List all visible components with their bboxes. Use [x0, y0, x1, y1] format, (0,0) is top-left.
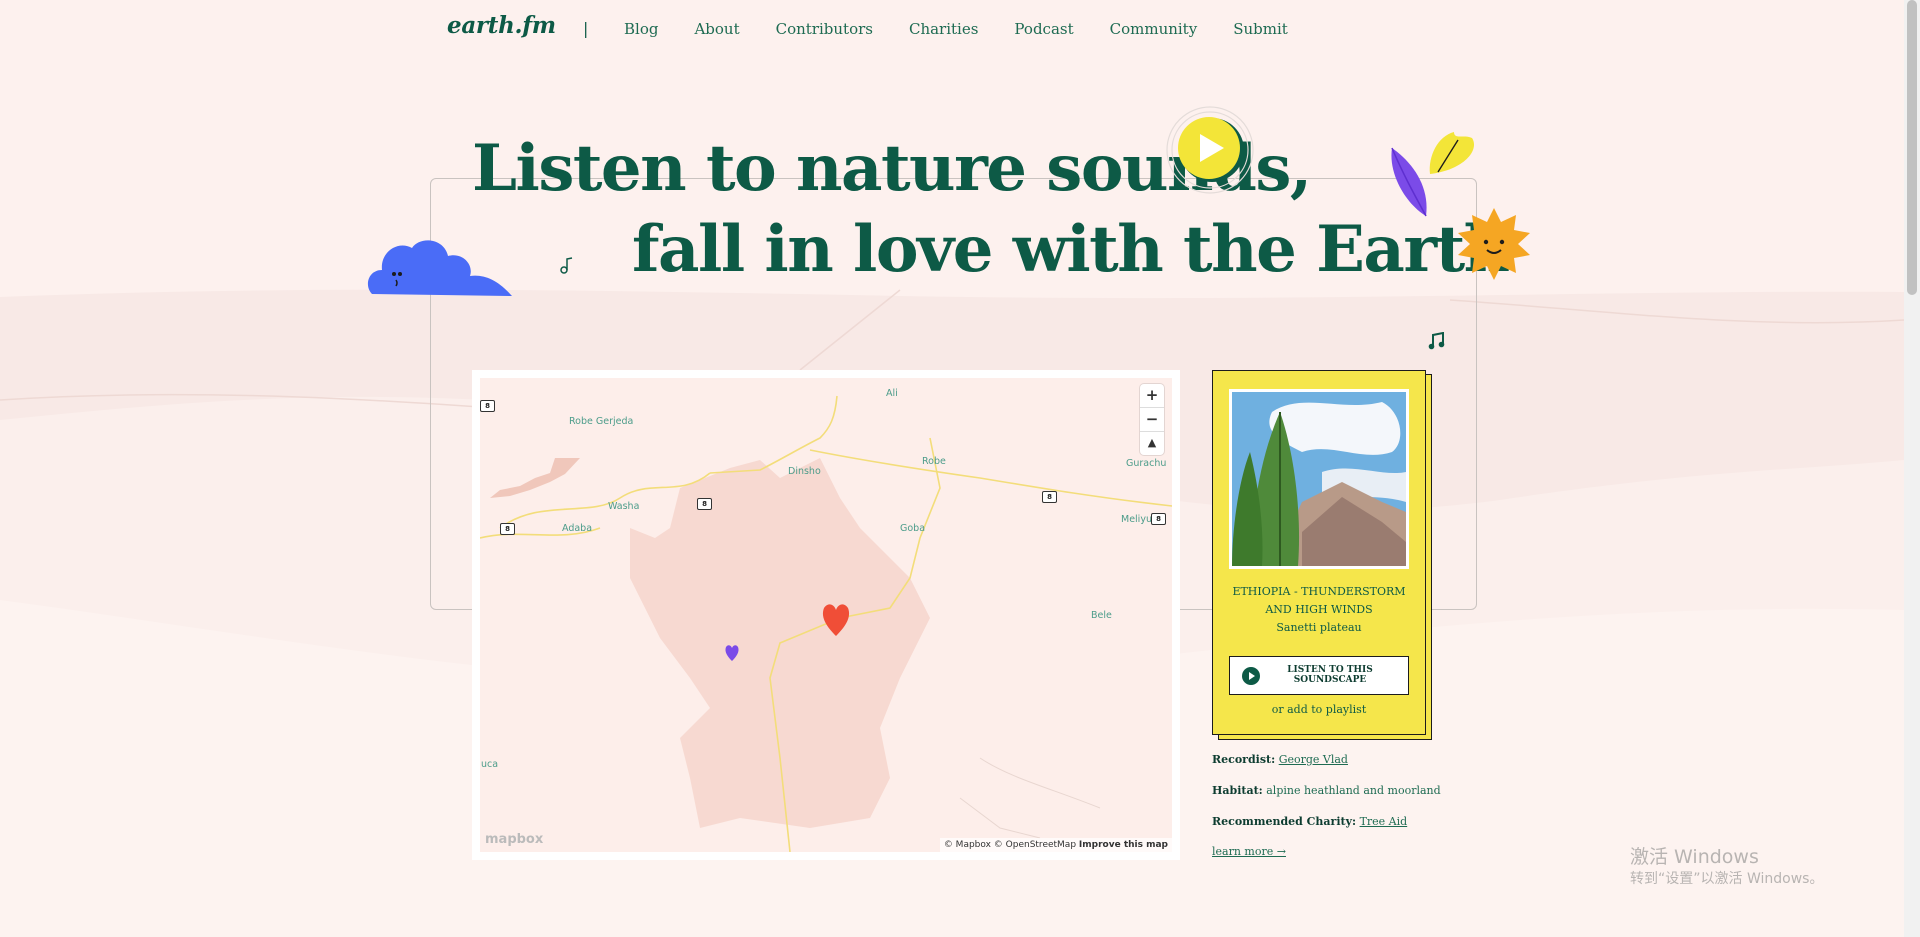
map-marker-icon[interactable]: [724, 644, 740, 662]
nav-links: Blog About Contributors Charities Podcas…: [624, 20, 1324, 38]
learn-more-link[interactable]: learn more →: [1212, 845, 1286, 858]
nav-link-community[interactable]: Community: [1110, 20, 1198, 38]
add-to-playlist-link[interactable]: or add to playlist: [1223, 703, 1415, 716]
nav-link-blog[interactable]: Blog: [624, 20, 658, 38]
soundscape-card: ETHIOPIA - THUNDERSTORM AND HIGH WINDS S…: [1212, 370, 1426, 735]
map-controls: + − ▲: [1140, 384, 1164, 455]
road-shield: 8: [500, 523, 515, 535]
map-town-label: Gurachu: [1126, 458, 1167, 469]
map-town-label: Adaba: [562, 523, 593, 534]
play-button-icon[interactable]: [1164, 104, 1256, 196]
recordist-link[interactable]: George Vlad: [1279, 753, 1348, 766]
cloud-icon: [367, 240, 512, 296]
map-marker-selected-icon[interactable]: [820, 602, 852, 638]
zoom-in-button[interactable]: +: [1140, 384, 1164, 408]
os-activation-watermark-title: 激活 Windows: [1630, 846, 1759, 868]
double-music-note-icon: [1428, 332, 1445, 350]
sun-icon: [1458, 208, 1530, 280]
recordist-label: Recordist:: [1212, 753, 1276, 766]
mapbox-logo[interactable]: mapbox: [485, 832, 543, 847]
recordist-row: Recordist: George Vlad: [1212, 753, 1348, 766]
map-town-label: Bele: [1091, 610, 1112, 621]
music-note-icon: [560, 257, 573, 274]
learn-more-row: learn more →: [1212, 845, 1286, 858]
nav-link-about[interactable]: About: [694, 20, 739, 38]
habitat-label: Habitat:: [1212, 784, 1263, 797]
soundscape-map[interactable]: Robe Gerjeda Ali Dinsho Robe Gurachu Was…: [480, 378, 1172, 852]
charity-row: Recommended Charity: Tree Aid: [1212, 815, 1407, 828]
charity-label: Recommended Charity:: [1212, 815, 1357, 828]
habitat-row: Habitat: alpine heathland and moorland: [1212, 784, 1441, 797]
os-activation-watermark-subtitle: 转到“设置”以激活 Windows。: [1630, 871, 1824, 887]
road-shield: 8: [697, 498, 712, 510]
nav-link-charities[interactable]: Charities: [909, 20, 978, 38]
map-attribution: © Mapbox © OpenStreetMap Improve this ma…: [939, 838, 1172, 852]
leaf-yellow-icon: [1429, 132, 1475, 174]
scrollbar-thumb[interactable]: [1907, 0, 1917, 295]
play-icon: [1242, 667, 1260, 685]
map-town-label: Goba: [900, 523, 926, 534]
listen-button-label: LISTEN TO THIS SOUNDSCAPE: [1287, 665, 1373, 685]
attribution-text[interactable]: © Mapbox © OpenStreetMap: [944, 840, 1076, 850]
map-town-label: Washa: [608, 501, 640, 512]
road-shield: 8: [1042, 491, 1057, 503]
map-town-label: Meliyu: [1121, 514, 1152, 525]
map-town-label: Robe: [922, 456, 946, 467]
nav-link-contributors[interactable]: Contributors: [776, 20, 873, 38]
artwork-illustration: [1232, 392, 1406, 566]
nav-link-submit[interactable]: Submit: [1233, 20, 1288, 38]
charity-link[interactable]: Tree Aid: [1360, 815, 1408, 828]
road-shield: 8: [480, 400, 495, 412]
map-town-label: uca: [481, 759, 499, 770]
map-town-label: Dinsho: [788, 466, 821, 477]
nav-separator: |: [583, 19, 589, 38]
nav-link-podcast[interactable]: Podcast: [1014, 20, 1073, 38]
road-shield: 8: [1151, 513, 1166, 525]
hero-heading-line2: fall in love with the Earth: [632, 212, 1510, 287]
compass-button[interactable]: ▲: [1140, 432, 1164, 455]
map-card: Robe Gerjeda Ali Dinsho Robe Gurachu Was…: [472, 370, 1180, 860]
map-town-label: Robe Gerjeda: [569, 416, 634, 427]
page-scrollbar[interactable]: [1904, 0, 1920, 937]
soundscape-title: ETHIOPIA - THUNDERSTORM AND HIGH WINDS: [1232, 585, 1406, 616]
habitat-value: alpine heathland and moorland: [1266, 784, 1441, 797]
soundscape-location: Sanetti plateau: [1276, 621, 1362, 634]
improve-map-link[interactable]: Improve this map: [1079, 840, 1168, 850]
site-logo[interactable]: earth.fm: [447, 12, 556, 39]
listen-button[interactable]: LISTEN TO THIS SOUNDSCAPE: [1229, 656, 1409, 695]
zoom-out-button[interactable]: −: [1140, 408, 1164, 432]
top-navigation: earth.fm | Blog About Contributors Chari…: [0, 0, 1904, 58]
soundscape-artwork[interactable]: [1229, 389, 1409, 569]
map-town-label: Ali: [886, 388, 898, 399]
